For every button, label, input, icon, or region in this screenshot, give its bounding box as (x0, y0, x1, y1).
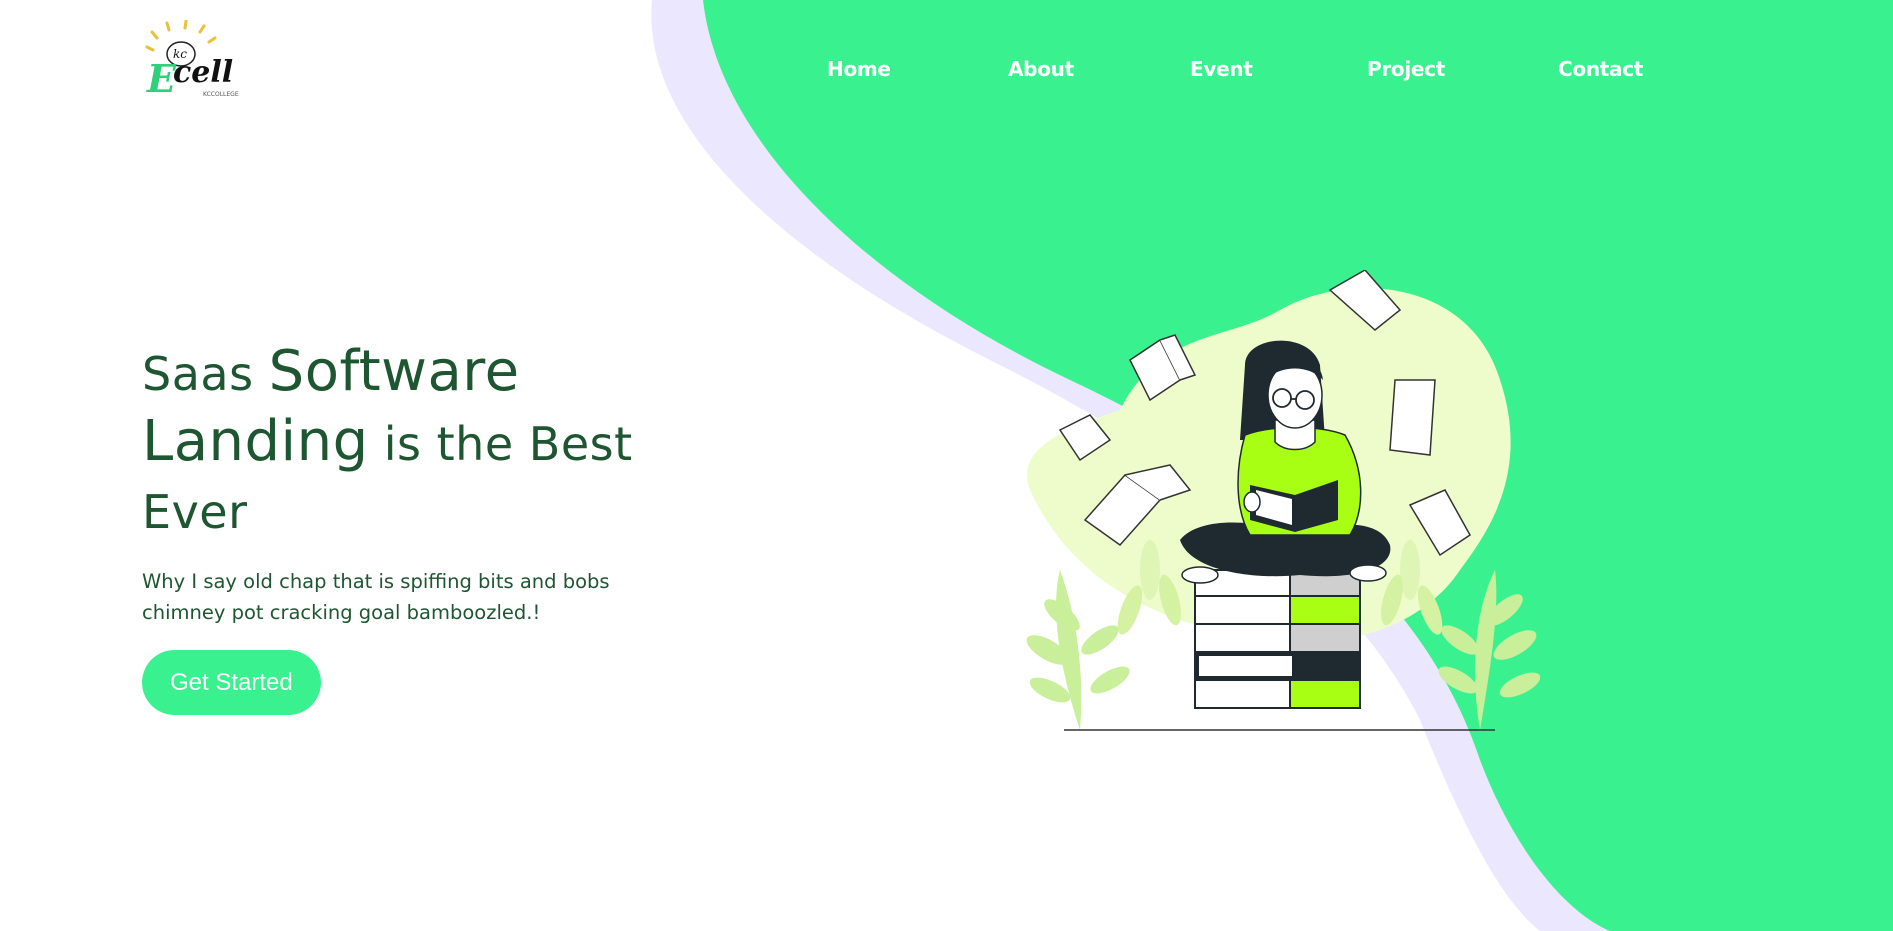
nav-project-link[interactable]: Project (1367, 56, 1445, 82)
hero-title: Saas Software Landing is the Best Ever (142, 338, 702, 546)
nav-home-link[interactable]: Home (827, 56, 891, 82)
get-started-button[interactable]: Get Started (142, 650, 321, 715)
girl-reading-illustration (1026, 270, 1540, 731)
hero-title-saas: Saas (142, 347, 269, 401)
nav-about-link[interactable]: About (1008, 56, 1074, 82)
hero-title-software: Software (268, 339, 520, 404)
lightbulb-rays-icon (145, 20, 217, 52)
book-stack (1194, 569, 1361, 709)
hero-title-ever: Ever (142, 485, 248, 539)
logo-tagline: KCCOLLEGE (203, 91, 239, 98)
main-navigation: Home About Event Project Contact (0, 56, 1893, 86)
hero-subtitle: Why I say old chap that is spiffing bits… (142, 570, 610, 624)
hero-title-is-the-best: is the Best (368, 417, 633, 471)
hero-section: Saas Software Landing is the Best Ever W… (142, 338, 702, 715)
hero-title-landing: Landing (142, 409, 369, 474)
nav-event-link[interactable]: Event (1190, 56, 1253, 82)
nav-contact-link[interactable]: Contact (1558, 56, 1643, 82)
